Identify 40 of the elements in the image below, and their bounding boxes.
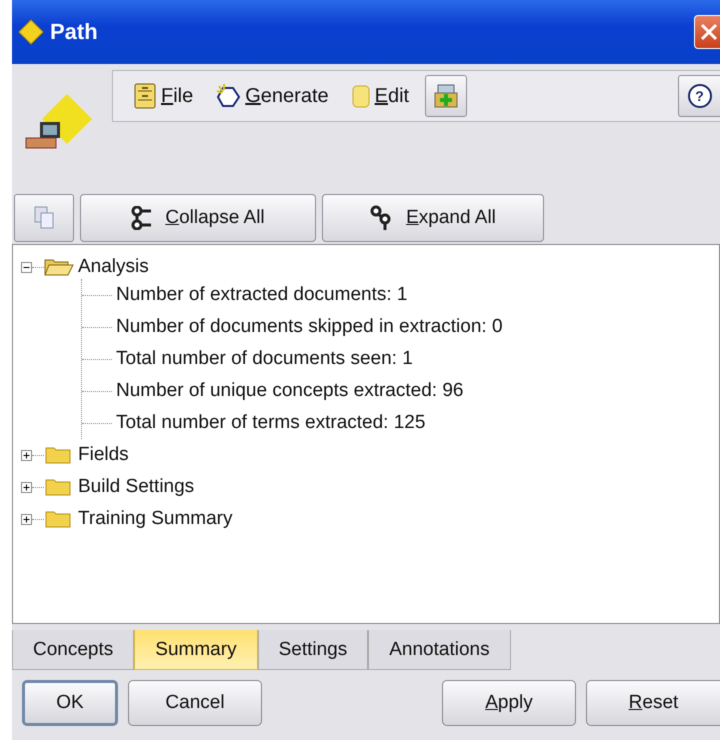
toolbar-button[interactable]: Collapse All (80, 194, 316, 242)
copy-icon (32, 205, 56, 231)
dialog-button[interactable]: Reset (586, 680, 720, 726)
tree-item[interactable]: Fields (78, 444, 129, 466)
tree-item[interactable]: Build Settings (78, 476, 194, 498)
close-button[interactable] (694, 15, 720, 49)
notepad-icon (350, 84, 371, 108)
tree-item[interactable]: Number of documents skipped in extraction: 0 (116, 316, 503, 338)
expand-toggle[interactable] (21, 450, 32, 460)
tree-item[interactable]: Number of extracted documents: 1 (116, 284, 408, 306)
hexagon-icon (215, 84, 242, 108)
close-icon (700, 23, 718, 41)
tree-item[interactable]: Training Summary (78, 508, 233, 530)
collapse-toggle[interactable] (21, 262, 32, 272)
copy-button[interactable] (14, 194, 74, 242)
toolbar-button[interactable]: Expand All (322, 194, 544, 242)
add-icon (433, 83, 460, 109)
open-folder-icon (44, 257, 74, 277)
tab[interactable]: Annotations (368, 630, 511, 670)
expand-toggle[interactable] (21, 482, 32, 492)
tab[interactable]: Settings (258, 630, 368, 670)
dialog-button[interactable]: OK (22, 680, 118, 726)
collapse-icon (131, 206, 154, 230)
tab[interactable]: Summary (134, 630, 258, 670)
tab[interactable]: Concepts (12, 630, 134, 670)
tree-item[interactable]: Total number of terms extracted: 125 (116, 412, 426, 434)
menu-item[interactable]: Generate (209, 84, 335, 108)
menu-item[interactable]: File (127, 83, 200, 109)
menu-item[interactable]: Edit (344, 84, 416, 108)
expand-toggle[interactable] (21, 514, 32, 524)
tree-item[interactable]: Total number of documents seen: 1 (116, 348, 413, 370)
diamond-icon (18, 19, 44, 45)
help-button[interactable]: ? (678, 75, 720, 117)
tree-item[interactable]: Number of unique concepts extracted: 96 (116, 380, 464, 402)
dialog-button[interactable]: Apply (442, 680, 576, 726)
cabinet-icon (133, 83, 157, 109)
add-node-button[interactable] (425, 75, 468, 117)
dialog-button[interactable]: Cancel (128, 680, 262, 726)
window-title: Path (50, 19, 99, 45)
tree-item[interactable]: Analysis (78, 256, 149, 278)
